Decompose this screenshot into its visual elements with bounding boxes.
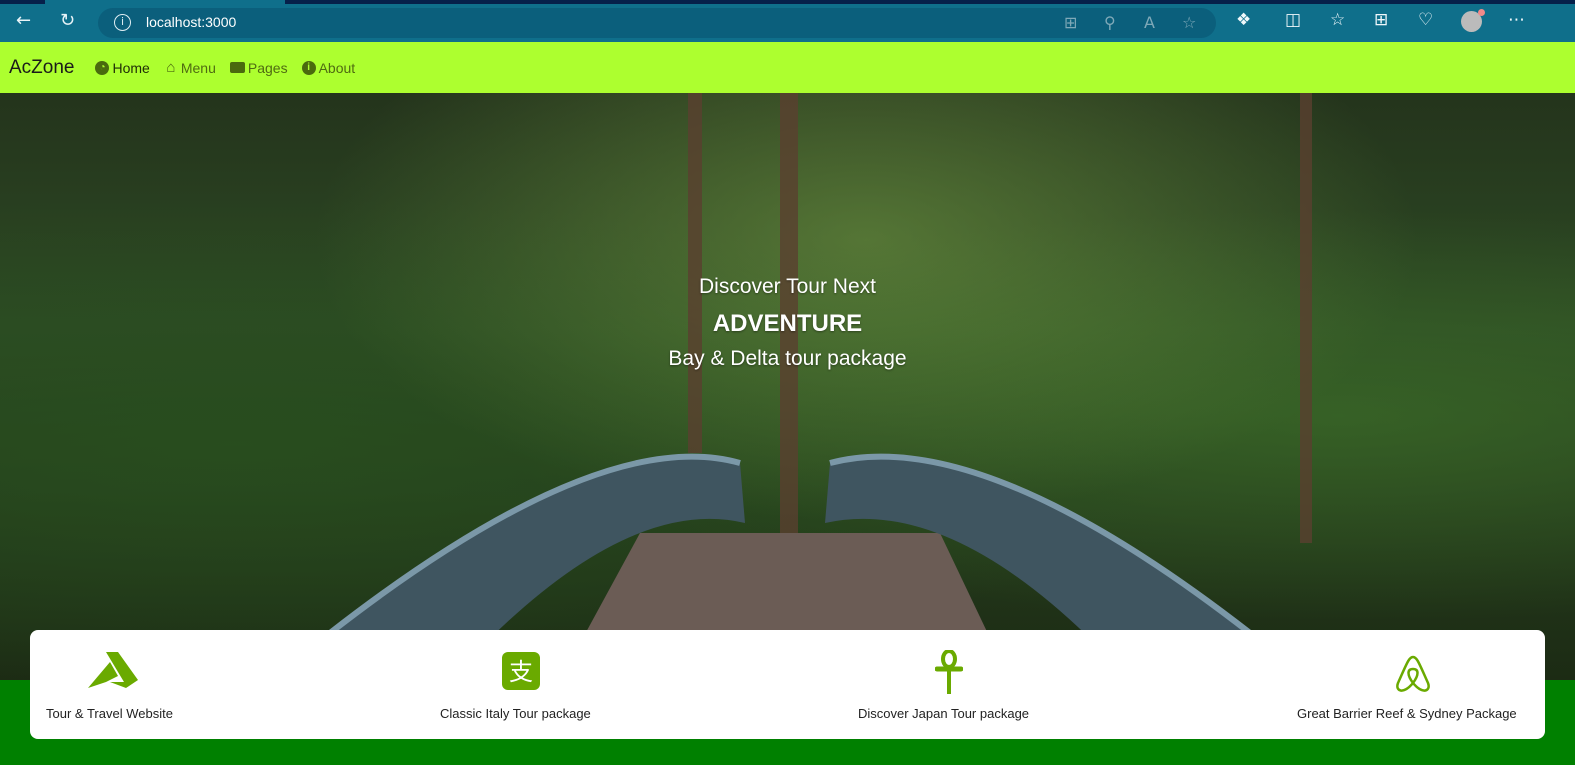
info-icon: i xyxy=(301,60,316,75)
brand-logo[interactable]: AcZone xyxy=(9,57,74,79)
refresh-icon[interactable]: ↻ xyxy=(60,10,75,32)
favorites-icon[interactable]: ☆ xyxy=(1330,10,1345,30)
hero-title: ADVENTURE xyxy=(712,310,863,337)
extensions-icon[interactable]: ❖ xyxy=(1236,10,1251,30)
feature-label: Classic Italy Tour package xyxy=(440,706,591,721)
nav-menu[interactable]: ⌂ Menu xyxy=(164,60,216,76)
tablet-icon xyxy=(229,62,245,73)
tour-logo-icon xyxy=(88,652,138,688)
feature-japan[interactable]: Discover Japan Tour package xyxy=(850,630,1050,739)
feature-label: Great Barrier Reef & Sydney Package xyxy=(1297,706,1517,721)
browser-essentials-icon[interactable]: ♡ xyxy=(1418,10,1433,30)
feature-sydney[interactable]: Great Barrier Reef & Sydney Package xyxy=(1280,630,1545,739)
zoom-out-icon[interactable]: ⚲ xyxy=(1104,13,1116,32)
svg-text:支: 支 xyxy=(509,658,533,686)
nav-menu-label: Menu xyxy=(180,59,216,76)
split-screen-icon[interactable]: ◫ xyxy=(1285,10,1301,30)
nav-pages[interactable]: Pages xyxy=(229,59,288,76)
feature-tour-travel[interactable]: Tour & Travel Website xyxy=(30,630,230,739)
active-tab[interactable] xyxy=(45,0,285,4)
features-card: Tour & Travel Website 支 Classic Italy To… xyxy=(30,630,1545,739)
read-aloud-icon[interactable]: A xyxy=(1144,13,1155,32)
hero-banner: Discover Tour Next ADVENTURE Bay & Delta… xyxy=(0,93,1575,680)
alipay-icon: 支 xyxy=(502,652,540,690)
dashboard-icon: ◔ xyxy=(95,60,110,75)
hero-tagline: Bay & Delta tour package xyxy=(668,347,907,370)
favorite-star-icon[interactable]: ☆ xyxy=(1182,13,1196,32)
app-icon[interactable]: ⊞ xyxy=(1064,13,1077,32)
feature-label: Discover Japan Tour package xyxy=(858,706,1030,721)
hero-subtitle: Discover Tour Next xyxy=(698,275,876,298)
nav-home-label: Home xyxy=(112,59,150,76)
url-text[interactable]: localhost:3000 xyxy=(146,14,236,30)
back-icon[interactable]: ← xyxy=(16,10,31,32)
nav-about-label: About xyxy=(318,59,356,76)
nav-pages-label: Pages xyxy=(247,59,288,76)
info-icon[interactable]: i xyxy=(114,14,131,31)
address-bar[interactable]: i localhost:3000 ⊞ ⚲ A ☆ xyxy=(98,8,1216,38)
feature-italy[interactable]: 支 Classic Italy Tour package xyxy=(430,630,630,739)
ankh-icon xyxy=(935,650,963,694)
browser-toolbar: ← ↻ i localhost:3000 ⊞ ⚲ A ☆ ❖ ◫ ☆ ⊞ ♡ ⋯ xyxy=(0,0,1575,42)
profile-avatar[interactable] xyxy=(1461,9,1485,32)
feature-label: Tour & Travel Website xyxy=(46,706,173,721)
navbar: AcZone ◔ Home ⌂ Menu Pages i About xyxy=(0,42,1575,93)
more-icon[interactable]: ⋯ xyxy=(1508,10,1525,30)
nav-home[interactable]: ◔ Home xyxy=(95,59,150,76)
collections-icon[interactable]: ⊞ xyxy=(1374,10,1388,30)
nav-about[interactable]: i About xyxy=(301,59,356,76)
airbnb-icon xyxy=(1396,655,1430,692)
bridge-image xyxy=(328,453,1252,680)
home-icon: ⌂ xyxy=(166,58,176,76)
